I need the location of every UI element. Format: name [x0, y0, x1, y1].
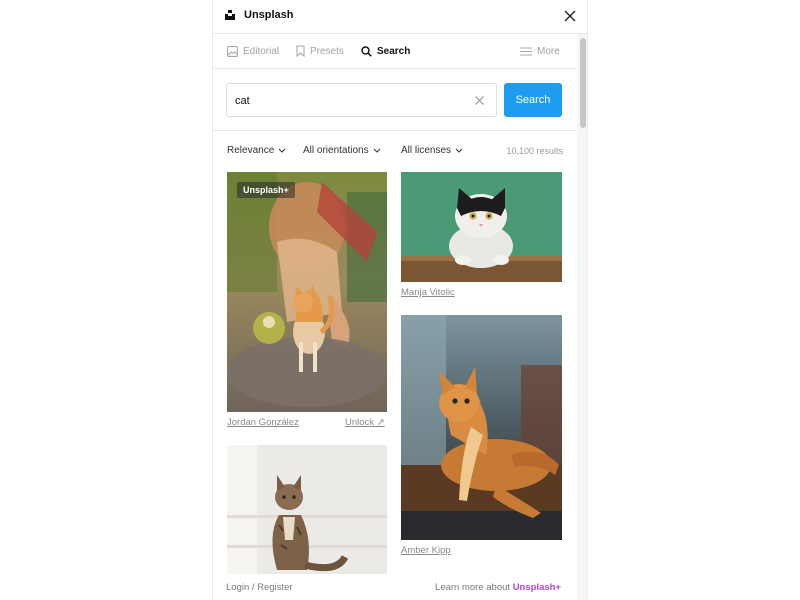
chevron-down-icon: [278, 148, 286, 153]
unsplash-plus-badge: Unsplash+: [237, 182, 295, 198]
photo-credit-link[interactable]: Manja Vitolic: [401, 287, 455, 298]
orientation-dropdown[interactable]: All orientations: [303, 145, 381, 156]
photo-black-white-cat[interactable]: [401, 172, 562, 282]
photo-tabby-cat-sitting[interactable]: [227, 445, 387, 575]
tab-presets-label: Presets: [310, 45, 344, 57]
learn-more-text: Learn more about Unsplash+: [435, 582, 561, 593]
bookmark-icon: [296, 45, 305, 57]
scrollbar-thumb[interactable]: [580, 38, 586, 128]
photo-image: [227, 172, 387, 412]
close-icon[interactable]: [563, 9, 577, 23]
footer: Login / Register Learn more about Unspla…: [213, 574, 577, 600]
photo-orange-cat-with-person[interactable]: Unsplash+: [227, 172, 387, 412]
results-count: 10,100 results: [506, 146, 563, 156]
license-dropdown[interactable]: All licenses: [401, 145, 463, 156]
tab-editorial[interactable]: Editorial: [227, 34, 279, 68]
search-row: Search: [213, 69, 577, 131]
photo-image: [401, 315, 562, 540]
unlock-link[interactable]: Unlock ↗: [345, 417, 385, 428]
menu-icon: [520, 46, 532, 56]
license-value: All licenses: [401, 145, 452, 156]
photo-credit-link[interactable]: Amber Kipp: [401, 545, 451, 556]
photo-orange-cat-on-table[interactable]: [401, 315, 562, 540]
unsplash-logo-icon: [225, 10, 235, 20]
tab-editorial-label: Editorial: [243, 45, 280, 57]
search-input[interactable]: [235, 92, 465, 110]
tab-presets[interactable]: Presets: [296, 34, 344, 68]
tab-search[interactable]: Search: [361, 34, 410, 68]
search-box: [226, 83, 497, 117]
clear-icon[interactable]: [474, 95, 485, 106]
tab-more-label: More: [537, 45, 560, 57]
unsplash-plus-link[interactable]: Unsplash+: [513, 582, 561, 593]
photo-credit-link[interactable]: Jordan González: [227, 417, 299, 428]
tab-bar: Editorial Presets Search More: [213, 34, 577, 69]
unsplash-plugin-panel: Unsplash Editorial Presets Search More c…: [212, 0, 588, 600]
tab-search-label: Search: [377, 45, 411, 57]
search-button[interactable]: Search: [504, 83, 562, 117]
login-register-link[interactable]: Login / Register: [226, 582, 293, 593]
tab-more[interactable]: More: [520, 34, 560, 68]
filter-bar: Relevance All orientations All licenses …: [213, 131, 577, 171]
image-icon: [227, 45, 238, 57]
learn-more-prefix: Learn more about: [435, 582, 513, 593]
sort-value: Relevance: [227, 145, 275, 156]
orientation-value: All orientations: [303, 145, 369, 156]
chevron-down-icon: [373, 148, 380, 153]
sort-dropdown[interactable]: Relevance: [227, 145, 286, 156]
title-bar: Unsplash: [213, 0, 587, 34]
window-title: Unsplash: [244, 9, 294, 21]
scrollbar[interactable]: [577, 34, 587, 600]
photo-image: [401, 172, 562, 282]
search-icon: [361, 45, 372, 57]
chevron-down-icon: [455, 148, 463, 153]
photo-image: [227, 445, 387, 575]
